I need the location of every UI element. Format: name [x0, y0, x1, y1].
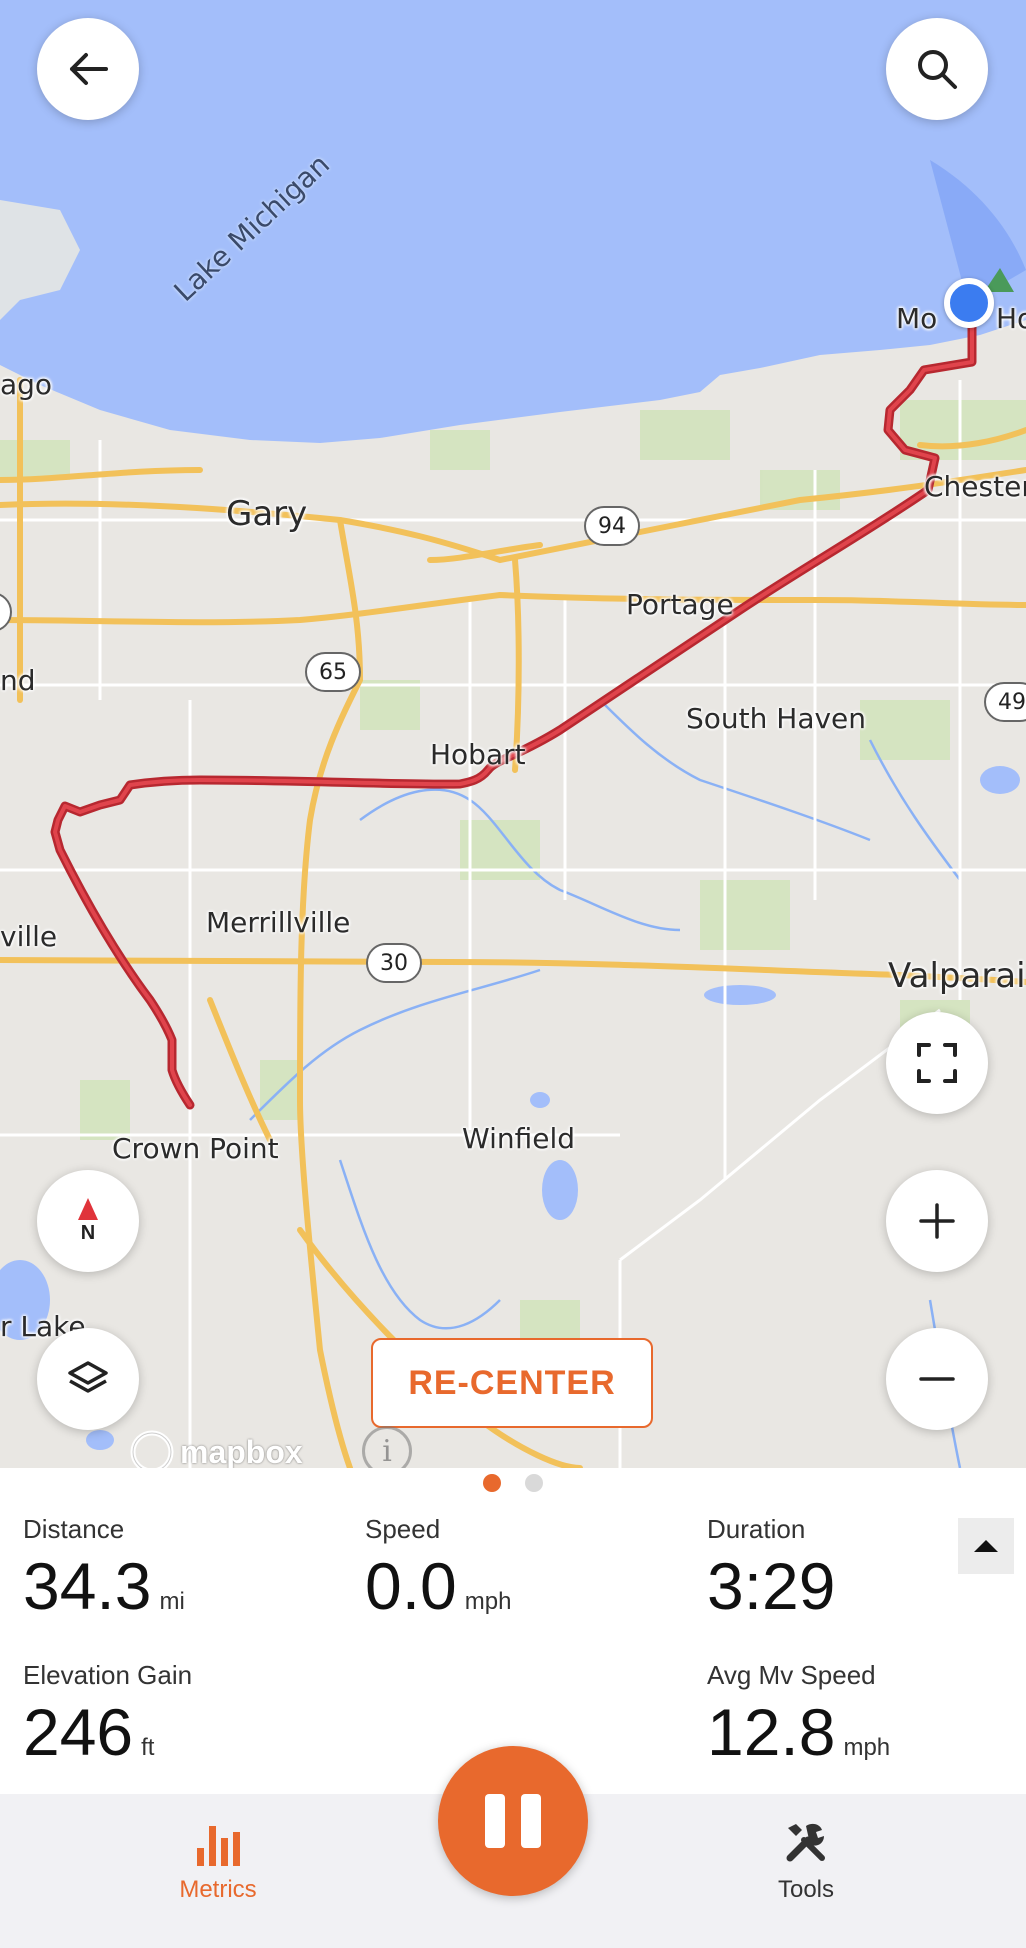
metric-distance-unit: mi: [159, 1588, 185, 1615]
page-dot-2[interactable]: [525, 1474, 543, 1492]
metric-elevation-label: Elevation Gain: [23, 1660, 193, 1690]
tab-tools[interactable]: Tools: [706, 1818, 906, 1904]
place-label-winfield: Winfield: [462, 1122, 576, 1155]
fullscreen-icon: [917, 1043, 957, 1083]
page-indicator: [0, 1474, 1026, 1492]
metric-duration-value: 3:29: [707, 1549, 836, 1623]
tab-metrics[interactable]: Metrics: [118, 1818, 318, 1904]
fullscreen-button[interactable]: [886, 1012, 988, 1114]
metric-elevation-value: 246: [23, 1695, 134, 1769]
compass-north-label: N: [80, 1221, 96, 1244]
place-label-south-haven: South Haven: [686, 702, 867, 735]
place-label-chesterton: Chester: [924, 470, 1026, 503]
tab-tools-label: Tools: [777, 1876, 835, 1903]
recenter-button[interactable]: RE-CENTER: [371, 1338, 653, 1428]
highway-shield-94: 94: [584, 506, 640, 546]
map-view[interactable]: Lake Michigan ago Gary Mo Ho Chester Por…: [0, 0, 1026, 1468]
metric-avg-speed-label: Avg Mv Speed: [707, 1660, 876, 1690]
metric-elevation-gain: Elevation Gain 246 ft: [23, 1660, 192, 1765]
mapbox-logo[interactable]: mapbox: [130, 1430, 303, 1468]
highway-shield-49: 49: [984, 682, 1026, 722]
zoom-in-button[interactable]: [886, 1170, 988, 1272]
metric-elevation-unit: ft: [141, 1734, 155, 1761]
page-dot-1[interactable]: [483, 1474, 501, 1492]
metric-speed-unit: mph: [464, 1588, 512, 1615]
caret-up-icon: [974, 1540, 998, 1552]
metric-distance: Distance 34.3 mi: [23, 1514, 185, 1619]
place-label-mount-hope-tail: Ho: [996, 302, 1026, 335]
metric-speed-value: 0.0: [365, 1549, 457, 1623]
compass-button[interactable]: N: [37, 1170, 139, 1272]
map-base: [0, 0, 1026, 1468]
back-arrow-icon: [70, 53, 108, 85]
search-button[interactable]: [886, 18, 988, 120]
highway-shield-30: 30: [366, 943, 422, 983]
metric-distance-value: 34.3: [23, 1549, 152, 1623]
highway-shield-65: 65: [305, 652, 361, 692]
metric-duration: Duration 3:29: [707, 1514, 835, 1619]
tab-metrics-label: Metrics: [179, 1876, 257, 1903]
metric-distance-label: Distance: [23, 1514, 125, 1544]
compass-arrow-icon: [78, 1197, 98, 1220]
metric-avg-speed-unit: mph: [843, 1734, 891, 1761]
place-label-schererville: ville: [0, 920, 58, 953]
place-label-portage: Portage: [626, 588, 734, 621]
layers-button[interactable]: [37, 1328, 139, 1430]
minus-icon: [919, 1377, 955, 1381]
place-label-hobart: Hobart: [430, 738, 526, 771]
mapbox-logo-icon: [130, 1430, 174, 1468]
pause-button[interactable]: [438, 1746, 588, 1896]
place-label-gary: Gary: [226, 494, 308, 534]
search-icon: [918, 50, 957, 89]
layers-icon: [68, 1361, 108, 1393]
zoom-out-button[interactable]: [886, 1328, 988, 1430]
metric-speed-label: Speed: [365, 1514, 441, 1544]
mapbox-attribution: mapbox: [180, 1433, 303, 1469]
tools-icon: [786, 1823, 825, 1862]
plus-icon: [919, 1203, 955, 1239]
place-label-crown-point: Crown Point: [112, 1132, 279, 1165]
place-label-mount-hope: Mo: [896, 302, 938, 335]
bar-chart-icon: [197, 1826, 240, 1866]
metric-avg-speed-value: 12.8: [707, 1695, 836, 1769]
pause-icon-bar-left: [485, 1794, 505, 1848]
current-location-marker: [944, 278, 994, 328]
place-label-highland: nd: [0, 664, 36, 697]
metric-avg-moving-speed: Avg Mv Speed 12.8 mph: [707, 1660, 890, 1765]
attribution-info-icon[interactable]: i: [362, 1426, 412, 1468]
place-label-valparaiso: Valparai: [888, 956, 1026, 996]
pause-icon-bar-right: [521, 1794, 541, 1848]
place-label-merrillville: Merrillville: [206, 906, 351, 939]
back-button[interactable]: [37, 18, 139, 120]
expand-metrics-button[interactable]: [958, 1518, 1014, 1574]
place-label-chicago: ago: [0, 368, 53, 401]
metric-speed: Speed 0.0 mph: [365, 1514, 511, 1619]
metric-duration-label: Duration: [707, 1514, 806, 1544]
